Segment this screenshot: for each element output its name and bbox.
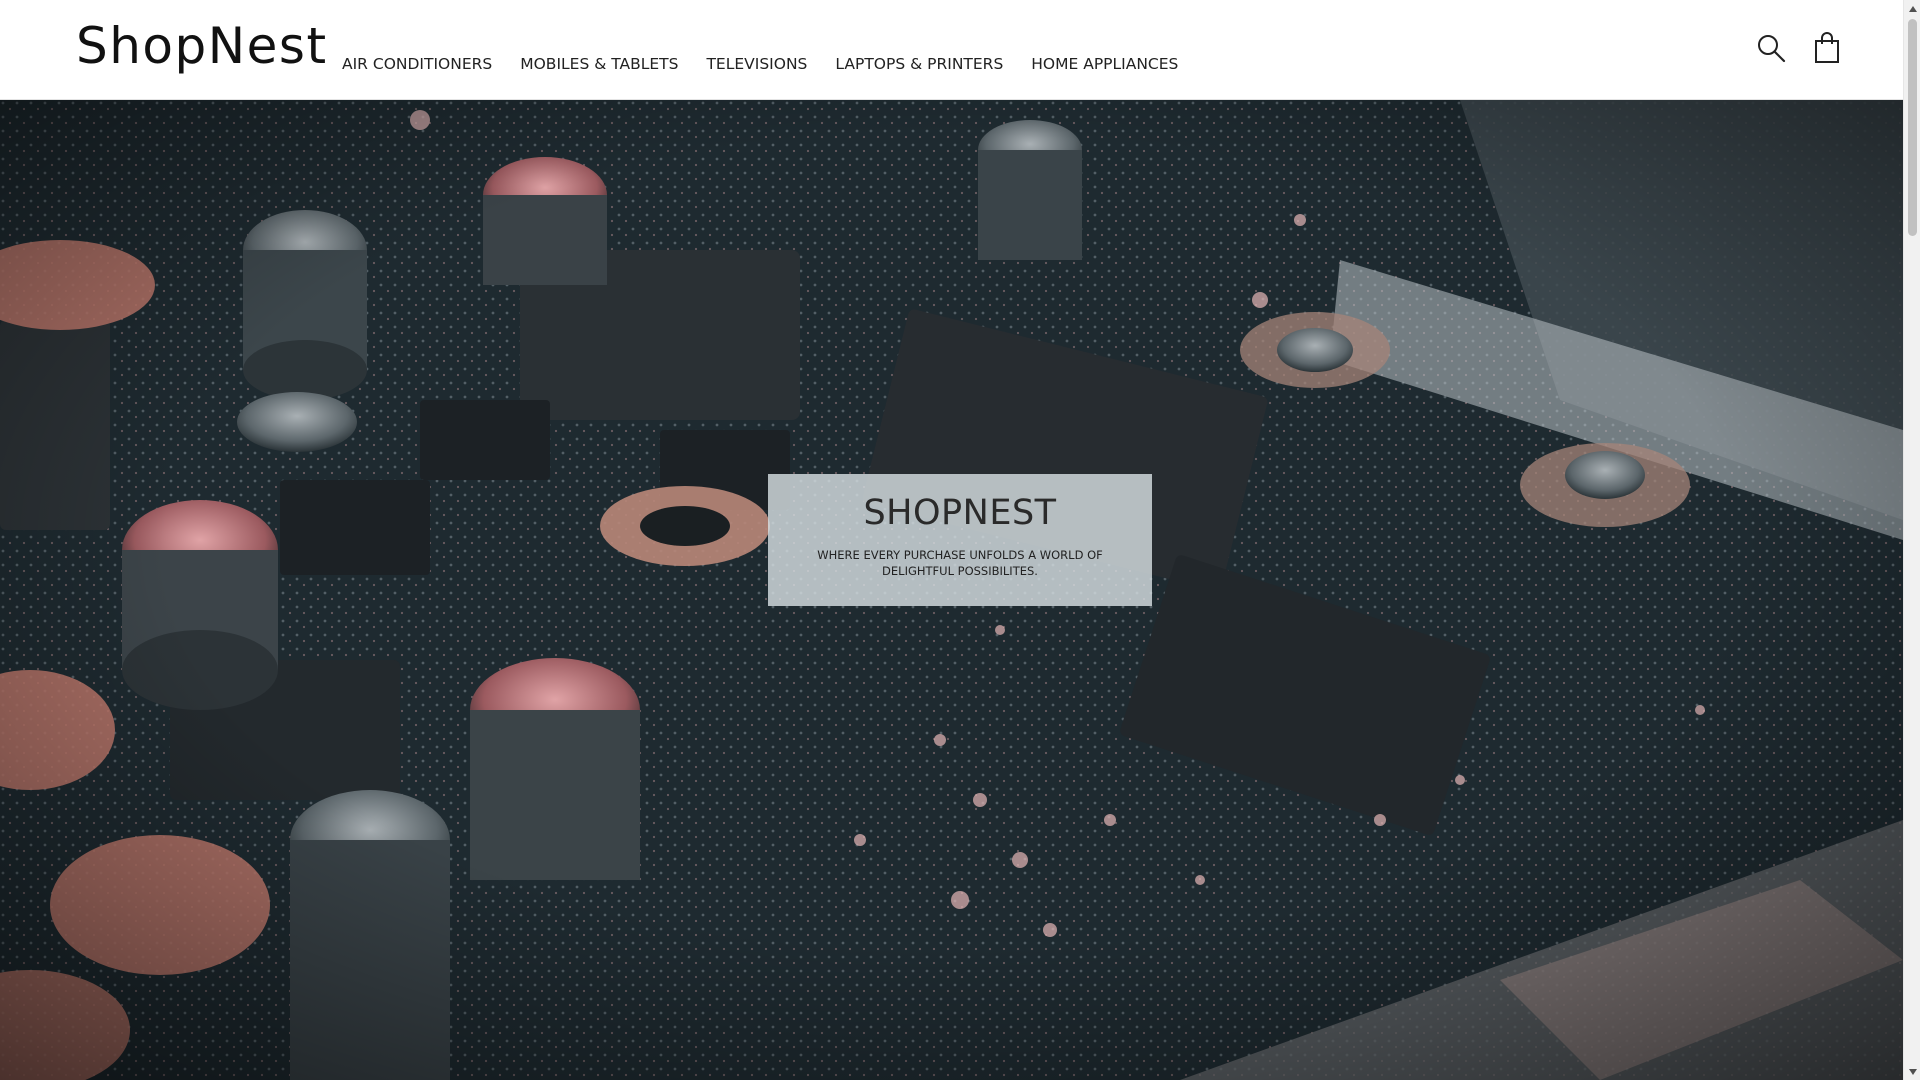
hero-title: SHOPNEST (863, 493, 1057, 533)
nav-item-televisions[interactable]: TELEVISIONS (706, 55, 807, 73)
site-header: ShopNest AIR CONDITIONERS MOBILES & TABL… (0, 0, 1903, 100)
header-actions (1755, 30, 1843, 66)
vertical-scrollbar[interactable] (1903, 0, 1920, 1080)
nav-item-laptops-printers[interactable]: LAPTOPS & PRINTERS (835, 55, 1003, 73)
page: ShopNest AIR CONDITIONERS MOBILES & TABL… (0, 0, 1920, 1080)
scroll-up-arrow[interactable] (1904, 0, 1920, 17)
nav-item-home-appliances[interactable]: HOME APPLIANCES (1031, 55, 1178, 73)
nav-item-air-conditioners[interactable]: AIR CONDITIONERS (342, 55, 492, 73)
search-button[interactable] (1755, 30, 1787, 66)
scroll-down-arrow[interactable] (1904, 1063, 1920, 1080)
shopping-bag-icon (1815, 32, 1839, 63)
main-nav: AIR CONDITIONERS MOBILES & TABLETS TELEV… (342, 55, 1178, 73)
hero-banner: SHOPNEST WHERE EVERY PURCHASE UNFOLDS A … (0, 100, 1903, 1080)
scrollbar-thumb[interactable] (1908, 19, 1917, 236)
hero-tagline: WHERE EVERY PURCHASE UNFOLDS A WORLD OF … (817, 547, 1103, 578)
hero-card: SHOPNEST WHERE EVERY PURCHASE UNFOLDS A … (768, 474, 1152, 606)
site-logo[interactable]: ShopNest (76, 21, 328, 71)
cart-button[interactable] (1811, 30, 1843, 66)
nav-item-mobiles-tablets[interactable]: MOBILES & TABLETS (520, 55, 678, 73)
search-icon (1758, 35, 1786, 63)
